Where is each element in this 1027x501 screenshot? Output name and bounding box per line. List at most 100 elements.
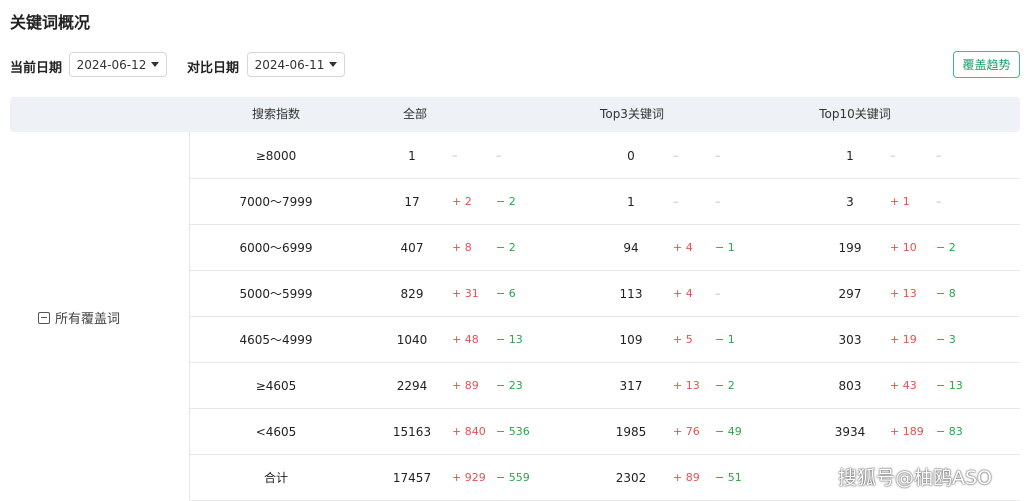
header-search-index: 搜索指数	[251, 107, 301, 121]
top10-decrease: − 8	[936, 287, 956, 300]
all-decrease: − 13	[496, 333, 523, 346]
page-title: 关键词概况	[10, 13, 91, 32]
all-value: 407	[400, 241, 424, 255]
all-increase: + 31	[452, 287, 479, 300]
top10-increase: + 10	[890, 241, 917, 254]
range-cell: 7000～7999	[239, 195, 313, 209]
top3-increase: –	[673, 149, 679, 162]
header-top10: Top10关键词	[819, 107, 891, 121]
all-value: 829	[400, 287, 424, 301]
top3-increase: + 13	[673, 379, 700, 392]
range-cell: 4605～4999	[239, 333, 313, 347]
top3-increase: + 4	[673, 241, 693, 254]
all-increase: + 2	[452, 195, 472, 208]
all-decrease: − 2	[496, 241, 516, 254]
all-value: 1	[408, 149, 416, 163]
all-decrease: − 2	[496, 195, 516, 208]
top3-decrease: –	[715, 195, 721, 208]
compare-date-label: 对比日期	[187, 61, 240, 76]
all-value: 2294	[396, 379, 428, 393]
top10-value: 303	[838, 333, 862, 347]
top3-value: 2302	[615, 471, 647, 485]
header-all: 全部	[402, 107, 428, 121]
top3-increase: + 4	[673, 287, 693, 300]
top10-decrease: –	[936, 195, 942, 208]
range-cell: 6000～6999	[239, 241, 313, 255]
range-cell: 5000～5999	[239, 287, 313, 301]
top3-increase: + 5	[673, 333, 693, 346]
all-value: 1040	[396, 333, 428, 347]
top3-increase: –	[673, 195, 679, 208]
top3-decrease: –	[715, 287, 721, 300]
range-cell: ≥4605	[255, 379, 297, 393]
top10-value: 297	[838, 287, 862, 301]
group-toggle[interactable]: 所有覆盖词	[38, 308, 120, 327]
header-top3: Top3关键词	[600, 107, 664, 121]
top3-increase: + 76	[673, 425, 700, 438]
compare-date-value: 2024-06-11	[254, 57, 325, 72]
table-row: <4605 15163 + 840 − 536 1985 + 76 − 49 3934 + 18…	[190, 409, 1020, 455]
top10-value: 3	[846, 195, 854, 209]
current-date-label: 当前日期	[10, 61, 63, 76]
top10-decrease: –	[936, 149, 942, 162]
top3-value: 0	[627, 149, 635, 163]
current-date-value: 2024-06-12	[76, 57, 147, 72]
table-row: 5000～5999 829 + 31 − 6 113 + 4 – 297 + 13 − 8	[190, 271, 1020, 317]
top10-decrease: − 13	[936, 379, 963, 392]
top10-decrease: − 83	[936, 425, 963, 438]
group-label: 所有覆盖词	[55, 312, 121, 327]
top10-decrease: − 3	[936, 333, 956, 346]
range-cell: <4605	[255, 425, 297, 439]
all-value: 17	[404, 195, 420, 209]
top10-increase: –	[890, 149, 896, 162]
top3-value: 113	[619, 287, 643, 301]
top3-increase: + 89	[673, 471, 700, 484]
top10-value: 199	[838, 241, 862, 255]
all-increase: + 89	[452, 379, 479, 392]
watermark: 搜狐号@柚鸥ASO	[838, 467, 993, 489]
compare-date-select[interactable]: 2024-06-11	[247, 52, 345, 77]
top3-value: 109	[619, 333, 643, 347]
top10-increase: + 13	[890, 287, 917, 300]
all-decrease: − 23	[496, 379, 523, 392]
top3-decrease: − 1	[715, 241, 735, 254]
caret-down-icon	[329, 62, 338, 67]
top3-decrease: − 51	[715, 471, 742, 484]
collapse-icon	[38, 311, 50, 324]
current-date-select[interactable]: 2024-06-12	[69, 52, 167, 77]
all-decrease: − 536	[496, 425, 530, 438]
top3-decrease: − 49	[715, 425, 742, 438]
all-value: 17457	[392, 471, 432, 485]
top3-decrease: –	[715, 149, 721, 162]
range-cell: 合计	[263, 471, 289, 485]
top3-decrease: − 2	[715, 379, 735, 392]
all-decrease: –	[496, 149, 502, 162]
table-row: 7000～7999 17 + 2 − 2 1 – – 3 + 1 –	[190, 179, 1020, 225]
all-increase: + 840	[452, 425, 486, 438]
top3-value: 1	[627, 195, 635, 209]
table-row: ≥8000 1 – – 0 – – 1 – –	[190, 133, 1020, 179]
top10-value: 1	[846, 149, 854, 163]
all-decrease: − 559	[496, 471, 530, 484]
table-row: 6000～6999 407 + 8 − 2 94 + 4 − 1 199 + 10 − 2	[190, 225, 1020, 271]
top10-value: 3934	[834, 425, 866, 439]
all-increase: + 929	[452, 471, 486, 484]
top3-value: 94	[623, 241, 639, 255]
all-decrease: − 6	[496, 287, 516, 300]
top3-value: 317	[619, 379, 643, 393]
caret-down-icon	[151, 62, 160, 67]
top10-increase: + 19	[890, 333, 917, 346]
all-increase: + 8	[452, 241, 472, 254]
top10-decrease: − 2	[936, 241, 956, 254]
top3-value: 1985	[615, 425, 647, 439]
top10-value: 803	[838, 379, 862, 393]
top10-increase: + 43	[890, 379, 917, 392]
range-cell: ≥8000	[255, 149, 297, 163]
top10-increase: + 189	[890, 425, 924, 438]
top10-increase: + 1	[890, 195, 910, 208]
table-row: 4605～4999 1040 + 48 − 13 109 + 5 − 1 303 + 19 − 3	[190, 317, 1020, 363]
top3-decrease: − 1	[715, 333, 735, 346]
coverage-trend-button[interactable]: 覆盖趋势	[953, 51, 1020, 78]
all-increase: + 48	[452, 333, 479, 346]
all-value: 15163	[392, 425, 432, 439]
